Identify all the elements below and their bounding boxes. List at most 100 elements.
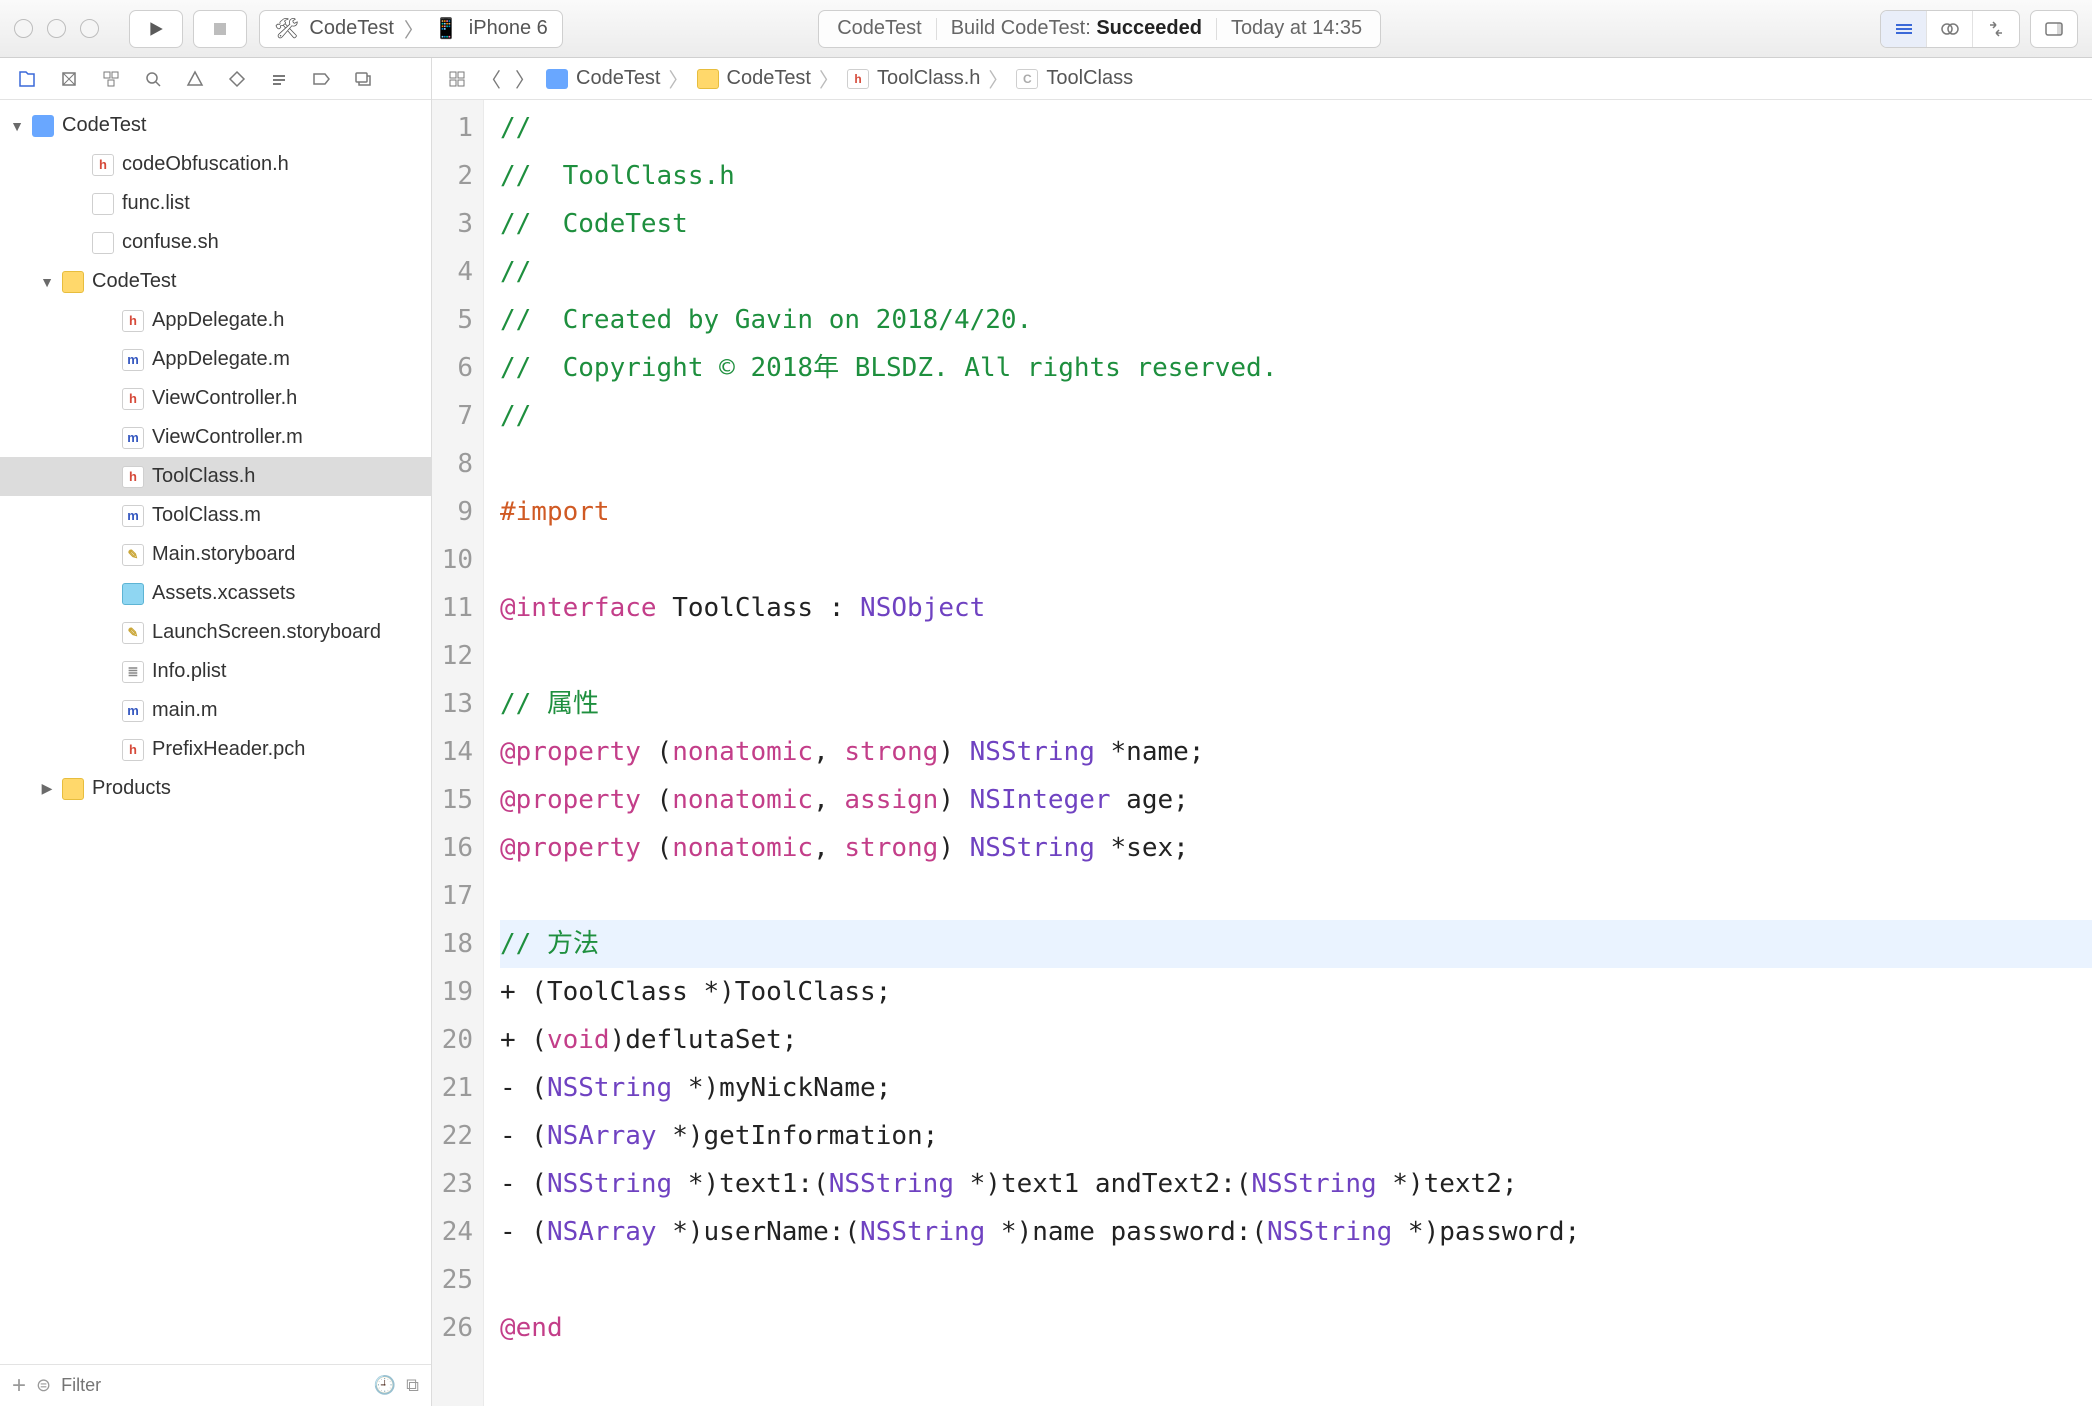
tree-row[interactable]: mToolClass.m xyxy=(0,496,431,535)
code-line[interactable]: // ToolClass.h xyxy=(500,152,2092,200)
forward-button[interactable]: 〉 xyxy=(512,66,538,92)
version-editor-button[interactable] xyxy=(1973,11,2019,47)
code-line[interactable]: // CodeTest xyxy=(500,200,2092,248)
code-line[interactable] xyxy=(500,632,2092,680)
scheme-selector[interactable]: 🛠 CodeTest 〉 📱 iPhone 6 xyxy=(259,10,563,48)
h-icon: h xyxy=(122,388,144,410)
assistant-editor-button[interactable] xyxy=(1927,11,1973,47)
toggle-right-panel-button[interactable] xyxy=(2031,11,2077,47)
code-line[interactable]: // Copyright © 2018年 BLSDZ. All rights r… xyxy=(500,344,2092,392)
back-button[interactable]: 〈 xyxy=(478,66,504,92)
related-items-button[interactable] xyxy=(444,66,470,92)
breadcrumb-segment[interactable]: ToolClass xyxy=(1046,67,1133,90)
breadcrumb[interactable]: CodeTest〉CodeTest〉hToolClass.h〉CToolClas… xyxy=(546,64,1133,93)
toolbar: 🛠 CodeTest 〉 📱 iPhone 6 CodeTest Build C… xyxy=(0,0,2092,58)
tree-item-label: Main.storyboard xyxy=(152,543,295,566)
project-tree[interactable]: ▼ CodeTest hcodeObfuscation.hfunc.list co… xyxy=(0,100,431,1364)
code-editor[interactable]: 1234567891011121314151617181920212223242… xyxy=(432,100,2092,1406)
proj-icon xyxy=(546,69,568,89)
tree-row[interactable]: ✎LaunchScreen.storyboard xyxy=(0,613,431,652)
source-control-navigator-tab[interactable] xyxy=(58,68,80,90)
device-icon: 📱 xyxy=(434,16,459,41)
tree-row[interactable]: func.list xyxy=(0,184,431,223)
h-icon: h xyxy=(847,69,869,89)
project-navigator-tab[interactable] xyxy=(16,68,38,90)
code-line[interactable]: // xyxy=(500,104,2092,152)
report-navigator-tab[interactable] xyxy=(352,68,374,90)
code-line[interactable] xyxy=(500,872,2092,920)
close-window-button[interactable] xyxy=(14,19,33,38)
breadcrumb-segment[interactable]: ToolClass.h xyxy=(877,67,980,90)
code-line[interactable]: + (void)deflutaSet; xyxy=(500,1016,2092,1064)
tree-row[interactable]: Assets.xcassets xyxy=(0,574,431,613)
code-line[interactable]: - (NSString *)text1:(NSString *)text1 an… xyxy=(500,1160,2092,1208)
xcode-app-icon: 🛠 xyxy=(274,16,299,41)
file-icon xyxy=(92,232,114,254)
folder-icon xyxy=(62,778,84,800)
disclosure-triangle-icon[interactable]: ▶ xyxy=(40,780,54,797)
tree-row[interactable]: ▼ CodeTest xyxy=(0,262,431,301)
code-line[interactable]: @property (nonatomic, strong) NSString *… xyxy=(500,728,2092,776)
issue-navigator-tab[interactable] xyxy=(184,68,206,90)
test-navigator-tab[interactable] xyxy=(226,68,248,90)
tree-row[interactable]: mViewController.m xyxy=(0,418,431,457)
tree-row[interactable]: ✎Main.storyboard xyxy=(0,535,431,574)
tree-row[interactable]: hcodeObfuscation.h xyxy=(0,145,431,184)
disclosure-triangle-icon[interactable]: ▼ xyxy=(40,274,54,290)
clock-filter-icon[interactable]: 🕘 xyxy=(374,1375,396,1396)
code-line[interactable]: + (ToolClass *)ToolClass; xyxy=(500,968,2092,1016)
code-line[interactable]: - (NSString *)myNickName; xyxy=(500,1064,2092,1112)
code-line[interactable]: @interface ToolClass : NSObject xyxy=(500,584,2092,632)
code-line[interactable]: // xyxy=(500,392,2092,440)
navigator-tabs xyxy=(0,58,431,100)
tree-row[interactable]: mAppDelegate.m xyxy=(0,340,431,379)
tree-root[interactable]: ▼ CodeTest xyxy=(0,106,431,145)
code-line[interactable]: - (NSArray *)userName:(NSString *)name p… xyxy=(500,1208,2092,1256)
find-navigator-tab[interactable] xyxy=(142,68,164,90)
zoom-window-button[interactable] xyxy=(80,19,99,38)
tree-item-label: ViewController.m xyxy=(152,426,303,449)
breadcrumb-segment[interactable]: CodeTest xyxy=(576,67,661,90)
breakpoint-navigator-tab[interactable] xyxy=(310,68,332,90)
code-line[interactable]: // xyxy=(500,248,2092,296)
editor-area: 〈 〉 CodeTest〉CodeTest〉hToolClass.h〉CTool… xyxy=(432,58,2092,1406)
disclosure-triangle-icon[interactable]: ▼ xyxy=(10,118,24,134)
tree-row[interactable]: mmain.m xyxy=(0,691,431,730)
code-content[interactable]: //// ToolClass.h// CodeTest//// Created … xyxy=(484,100,2092,1406)
jump-bar: 〈 〉 CodeTest〉CodeTest〉hToolClass.h〉CTool… xyxy=(432,58,2092,100)
code-line[interactable] xyxy=(500,440,2092,488)
symbol-navigator-tab[interactable] xyxy=(100,68,122,90)
tree-row[interactable]: hToolClass.h xyxy=(0,457,431,496)
tree-row[interactable]: ▶Products xyxy=(0,769,431,808)
code-line[interactable]: @property (nonatomic, assign) NSInteger … xyxy=(500,776,2092,824)
chevron-right-icon: 〉 xyxy=(404,14,424,43)
navigator-footer: + ⊜ 🕘 ⧉ xyxy=(0,1364,431,1406)
tree-row[interactable]: confuse.sh xyxy=(0,223,431,262)
minimize-window-button[interactable] xyxy=(47,19,66,38)
debug-navigator-tab[interactable] xyxy=(268,68,290,90)
tree-item-label: CodeTest xyxy=(92,270,177,293)
code-line[interactable]: #import xyxy=(500,488,2092,536)
tree-row[interactable]: hViewController.h xyxy=(0,379,431,418)
tree-row[interactable]: hPrefixHeader.pch xyxy=(0,730,431,769)
chevron-right-icon: 〉 xyxy=(988,64,1008,93)
code-line[interactable]: @end xyxy=(500,1304,2092,1352)
code-line[interactable] xyxy=(500,1256,2092,1304)
tree-item-label: confuse.sh xyxy=(122,231,219,254)
standard-editor-button[interactable] xyxy=(1881,11,1927,47)
code-line[interactable]: // 属性 xyxy=(500,680,2092,728)
run-button[interactable] xyxy=(129,10,183,48)
code-line[interactable]: - (NSArray *)getInformation; xyxy=(500,1112,2092,1160)
tree-row[interactable]: hAppDelegate.h xyxy=(0,301,431,340)
code-line[interactable] xyxy=(500,536,2092,584)
filter-input[interactable] xyxy=(61,1375,364,1396)
code-line[interactable]: @property (nonatomic, strong) NSString *… xyxy=(500,824,2092,872)
tree-row[interactable]: ≣Info.plist xyxy=(0,652,431,691)
code-line[interactable]: // 方法 xyxy=(500,920,2092,968)
add-button[interactable]: + xyxy=(12,1372,26,1400)
code-line[interactable]: // Created by Gavin on 2018/4/20. xyxy=(500,296,2092,344)
stop-button[interactable] xyxy=(193,10,247,48)
tree-item-label: main.m xyxy=(152,699,218,722)
breadcrumb-segment[interactable]: CodeTest xyxy=(727,67,812,90)
scm-filter-icon[interactable]: ⧉ xyxy=(406,1375,419,1396)
